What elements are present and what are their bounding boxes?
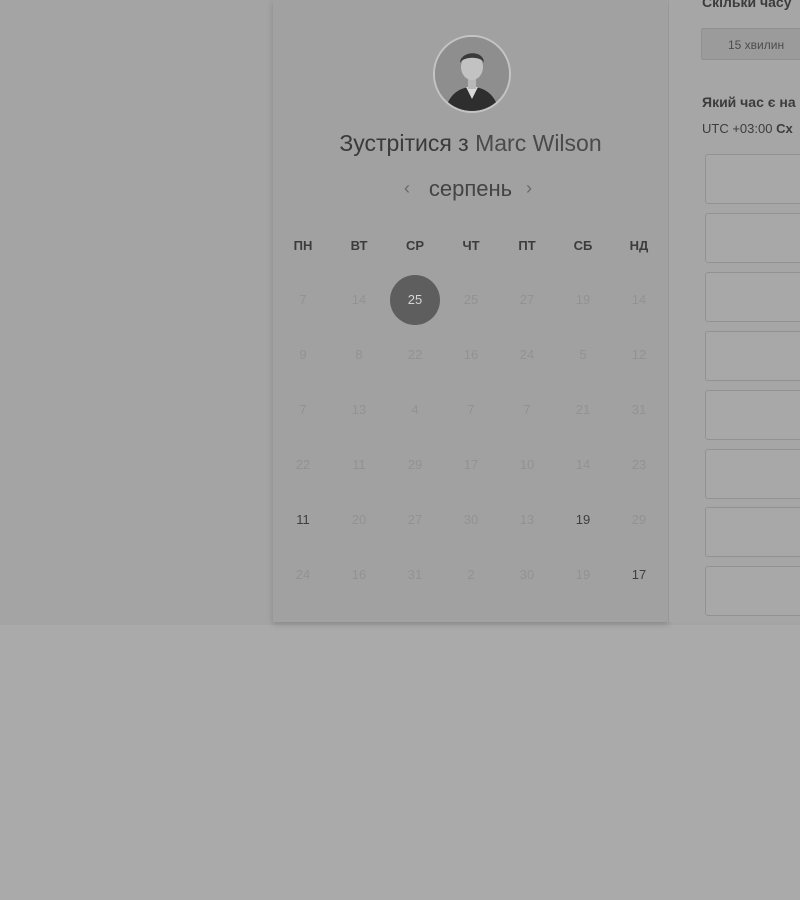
duration-question: Скільки часу [702, 0, 792, 10]
host-photo [435, 37, 509, 111]
weekday-header: ПН ВТ СР ЧТ ПТ СБ НД [275, 236, 667, 266]
calendar-day: 2 [467, 567, 475, 582]
month-label: серпень [428, 176, 513, 201]
calendar-day: 27 [519, 292, 535, 307]
calendar-week: 24 16 31 2 30 19 17 [275, 565, 667, 595]
time-slot-button[interactable] [705, 566, 800, 616]
month-navigation: ‹ серпень › [273, 176, 668, 206]
chevron-right-icon[interactable]: › [526, 178, 532, 199]
booking-panel: Скільки часу 15 хвилин Який час є на UTC… [669, 0, 800, 622]
calendar-week: 9 8 22 16 24 5 12 [275, 345, 667, 375]
calendar-day: 7 [523, 402, 531, 417]
calendar-day: 29 [407, 457, 423, 472]
time-slot-button[interactable] [705, 154, 800, 204]
calendar-day: 22 [407, 347, 423, 362]
time-slot-button[interactable] [705, 213, 800, 263]
host-avatar [433, 35, 511, 113]
time-slot-button[interactable] [705, 272, 800, 322]
calendar-day-available[interactable]: 19 [555, 510, 611, 530]
page-footer-area [0, 625, 800, 900]
calendar-day: 24 [519, 347, 535, 362]
time-question: Який час є на [702, 94, 796, 110]
weekday-wed: СР [405, 238, 425, 253]
calendar-day: 31 [407, 567, 423, 582]
calendar-day: 12 [631, 347, 647, 362]
duration-option-button[interactable]: 15 хвилин [701, 28, 800, 60]
meeting-title: Зустрітися з Marc Wilson [273, 130, 668, 157]
weekday-tue: ВТ [350, 238, 368, 253]
calendar-day: 29 [631, 512, 647, 527]
calendar-day: 13 [351, 402, 367, 417]
calendar-day: 4 [411, 402, 419, 417]
calendar-day: 7 [299, 402, 307, 417]
weekday-thu: ЧТ [462, 238, 480, 253]
calendar-day: 20 [351, 512, 367, 527]
time-slot-button[interactable] [705, 390, 800, 440]
calendar-day: 23 [631, 457, 647, 472]
calendar-day: 17 [463, 457, 479, 472]
calendar-day: 16 [351, 567, 367, 582]
calendar-week: 7 14 25 25 27 19 14 [275, 275, 667, 325]
weekday-sat: СБ [573, 238, 593, 253]
calendar-day: 24 [295, 567, 311, 582]
calendar-day-selected[interactable]: 25 [387, 275, 443, 325]
calendar-day: 10 [519, 457, 535, 472]
timezone-name: Сх [776, 121, 793, 136]
calendar-day: 25 [463, 292, 479, 307]
calendar-day: 27 [407, 512, 423, 527]
time-slot-button[interactable] [705, 507, 800, 557]
calendar-day: 11 [352, 457, 366, 472]
time-slot-button[interactable] [705, 331, 800, 381]
calendar-week: 7 13 4 7 7 21 31 [275, 400, 667, 430]
calendar-day: 7 [467, 402, 475, 417]
weekday-sun: НД [629, 238, 649, 253]
calendar-day-available[interactable]: 11 [275, 510, 331, 530]
calendar-day: 22 [295, 457, 311, 472]
calendar-week: 22 11 29 17 10 14 23 [275, 455, 667, 485]
timezone-label[interactable]: UTC +03:00 Сх [702, 121, 793, 136]
calendar-day: 14 [351, 292, 367, 307]
meeting-title-prefix: Зустрітися з [339, 130, 469, 156]
calendar-card: Зустрітися з Marc Wilson ‹ серпень › ПН … [273, 0, 668, 622]
calendar-day: 14 [575, 457, 591, 472]
calendar-day: 31 [631, 402, 647, 417]
calendar-day: 19 [575, 292, 591, 307]
calendar-day: 13 [519, 512, 535, 527]
weekday-mon: ПН [293, 238, 313, 253]
calendar-day: 14 [631, 292, 647, 307]
calendar-day: 16 [463, 347, 479, 362]
calendar-day: 30 [519, 567, 535, 582]
calendar-day: 19 [575, 567, 591, 582]
host-name: Marc Wilson [475, 130, 602, 156]
calendar-day: 21 [575, 402, 591, 417]
calendar-day: 5 [579, 347, 587, 362]
timezone-offset: UTC +03:00 [702, 121, 773, 136]
calendar-week: 11 20 27 30 13 19 29 [275, 510, 667, 540]
time-slot-button[interactable] [705, 449, 800, 499]
calendar-day: 8 [355, 347, 363, 362]
calendar-day: 7 [299, 292, 307, 307]
calendar-day: 9 [299, 347, 307, 362]
calendar-day: 30 [463, 512, 479, 527]
calendar-day-available[interactable]: 17 [611, 565, 667, 585]
weekday-fri: ПТ [518, 238, 536, 253]
